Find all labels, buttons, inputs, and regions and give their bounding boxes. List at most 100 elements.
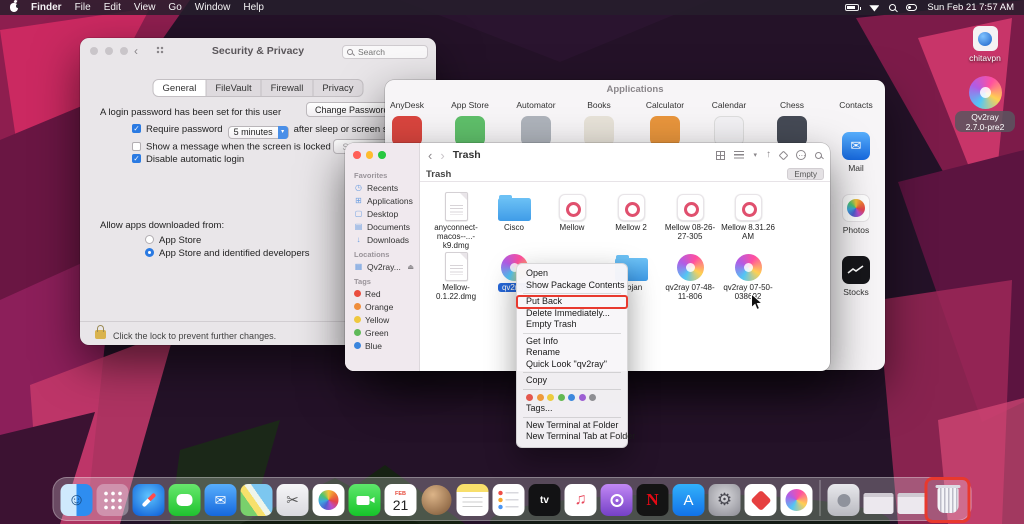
dock-item-qv2ray-red[interactable]: [745, 484, 777, 516]
app-label[interactable]: Books: [567, 100, 631, 110]
menu-window[interactable]: Window: [195, 2, 231, 13]
dock-item-maps[interactable]: [241, 484, 273, 516]
sidebar-tag-orange[interactable]: Orange: [345, 300, 419, 313]
dock-item-photos[interactable]: [313, 484, 345, 516]
tag-swatch-purple[interactable]: [579, 394, 586, 401]
tab-general[interactable]: General: [154, 80, 207, 96]
dock-item-qv2ray[interactable]: [781, 484, 813, 516]
dock-item-launchpad[interactable]: [97, 484, 129, 516]
dock-item-podcasts[interactable]: [601, 484, 633, 516]
menu-item-copy[interactable]: Copy: [517, 375, 627, 387]
file-qv2ray-0750[interactable]: qv2ray 07-50-038692: [720, 249, 776, 301]
sidebar-tag-red[interactable]: Red: [345, 287, 419, 300]
eject-icon[interactable]: ⏏: [407, 263, 414, 271]
menu-item-delete-immediately[interactable]: Delete Immediately...: [517, 308, 627, 320]
menu-item-rename[interactable]: Rename: [517, 347, 627, 359]
close-button[interactable]: [353, 151, 361, 159]
app-label[interactable]: App Store: [438, 100, 502, 110]
dock-item-trash[interactable]: [932, 484, 964, 516]
view-options-caret-icon[interactable]: ▾: [753, 151, 757, 159]
sidebar-tag-blue[interactable]: Blue: [345, 339, 419, 352]
forward-button[interactable]: ›: [440, 149, 444, 162]
dock-item-app[interactable]: [421, 484, 453, 516]
tag-swatch-red[interactable]: [526, 394, 533, 401]
dock-item-safari[interactable]: [133, 484, 165, 516]
file-mellow-2[interactable]: Mellow 2: [603, 189, 659, 232]
menu-bar-clock[interactable]: Sun Feb 21 7:57 AM: [927, 2, 1014, 13]
dock-item-mail[interactable]: ✉: [205, 484, 237, 516]
menu-item-new-terminal-tab[interactable]: New Terminal Tab at Folder: [517, 431, 627, 443]
desktop-icon-qv2ray[interactable]: Qv2ray 2.7.0-pre2: [955, 76, 1015, 135]
app-label[interactable]: Contacts: [824, 100, 885, 110]
show-message-checkbox[interactable]: [132, 142, 141, 151]
menu-item-quick-look[interactable]: Quick Look "qv2ray": [517, 359, 627, 371]
control-center-icon[interactable]: [906, 4, 917, 11]
dock-item-notes[interactable]: [457, 484, 489, 516]
sidebar-item-documents[interactable]: ▤Documents: [345, 220, 419, 233]
icon-view-button[interactable]: [716, 151, 725, 160]
tags-button[interactable]: [779, 150, 789, 160]
tag-swatch-orange[interactable]: [537, 394, 544, 401]
dock-item-tv[interactable]: tv: [529, 484, 561, 516]
dock-item-facetime[interactable]: [349, 484, 381, 516]
app-label[interactable]: AnyDesk: [385, 100, 439, 110]
tab-privacy[interactable]: Privacy: [313, 80, 362, 96]
dock-item-calendar[interactable]: FEB 21: [385, 484, 417, 516]
lock-icon[interactable]: [95, 330, 106, 339]
app-label[interactable]: Automator: [504, 100, 568, 110]
folder-cisco[interactable]: Cisco: [486, 189, 542, 232]
back-button[interactable]: ‹: [428, 149, 432, 162]
dock-item-finder[interactable]: ☺: [61, 484, 93, 516]
app-label[interactable]: Calculator: [633, 100, 697, 110]
app-store-identified-radio[interactable]: [145, 248, 154, 257]
share-button[interactable]: ↑: [766, 150, 771, 160]
action-menu-button[interactable]: [796, 150, 806, 160]
dock-item-installer[interactable]: [828, 484, 860, 516]
menu-finder[interactable]: Finder: [31, 2, 62, 13]
tag-swatch-gray[interactable]: [589, 394, 596, 401]
file-anyconnect-dmg[interactable]: anyconnect-macos--...-k9.dmg: [428, 189, 484, 251]
menu-item-put-back[interactable]: Put Back: [517, 296, 627, 308]
empty-trash-button[interactable]: Empty: [787, 168, 824, 180]
dock-item-music[interactable]: ♫: [565, 484, 597, 516]
app-icon[interactable]: [521, 116, 551, 146]
preferences-search-field[interactable]: [342, 45, 428, 59]
sidebar-item-applications[interactable]: ⊞Applications: [345, 194, 419, 207]
file-qv2ray-0748[interactable]: qv2ray 07-48-11-806: [662, 249, 718, 301]
dock-item-window-preview[interactable]: [864, 493, 894, 514]
sidebar-item-qv2ray-volume[interactable]: ▦Qv2ray...⏏: [345, 260, 419, 273]
dock-item-system-preferences[interactable]: ⚙: [709, 484, 741, 516]
tag-swatch-yellow[interactable]: [547, 394, 554, 401]
spotlight-search-icon[interactable]: [889, 4, 896, 11]
sidebar-item-recents[interactable]: ◷Recents: [345, 181, 419, 194]
app-item-stocks[interactable]: Stocks: [824, 256, 885, 297]
sidebar-tag-yellow[interactable]: Yellow: [345, 313, 419, 326]
dock-item-window-preview[interactable]: [898, 493, 928, 514]
sidebar-item-downloads[interactable]: ↓Downloads: [345, 233, 419, 246]
disable-auto-login-checkbox[interactable]: [132, 154, 141, 163]
require-password-checkbox[interactable]: [132, 124, 141, 133]
file-mellow[interactable]: Mellow: [544, 189, 600, 232]
app-item-photos[interactable]: Photos: [824, 194, 885, 235]
menu-item-tags[interactable]: Tags...: [517, 403, 627, 415]
tag-swatch-blue[interactable]: [568, 394, 575, 401]
app-icon[interactable]: [650, 116, 680, 146]
menu-edit[interactable]: Edit: [104, 2, 121, 13]
dock-item-reminders[interactable]: [493, 484, 525, 516]
file-mellow-08-26[interactable]: Mellow 08-26-27-305: [662, 189, 718, 241]
desktop-icon-chitavpn[interactable]: chitavpn: [955, 26, 1015, 63]
menu-view[interactable]: View: [134, 2, 156, 13]
file-mellow-dmg[interactable]: Mellow-0.1.22.dmg: [428, 249, 484, 301]
file-mellow-831[interactable]: Mellow 8.31.26 AM: [720, 189, 776, 241]
app-label[interactable]: Chess: [760, 100, 824, 110]
app-icon[interactable]: [714, 116, 744, 146]
menu-go[interactable]: Go: [168, 2, 181, 13]
menu-item-get-info[interactable]: Get Info: [517, 336, 627, 348]
tab-filevault[interactable]: FileVault: [206, 80, 261, 96]
menu-file[interactable]: File: [75, 2, 91, 13]
zoom-button[interactable]: [378, 151, 386, 159]
app-label[interactable]: Calendar: [697, 100, 761, 110]
app-icon[interactable]: [777, 116, 807, 146]
app-icon[interactable]: [392, 116, 422, 146]
tab-firewall[interactable]: Firewall: [262, 80, 314, 96]
